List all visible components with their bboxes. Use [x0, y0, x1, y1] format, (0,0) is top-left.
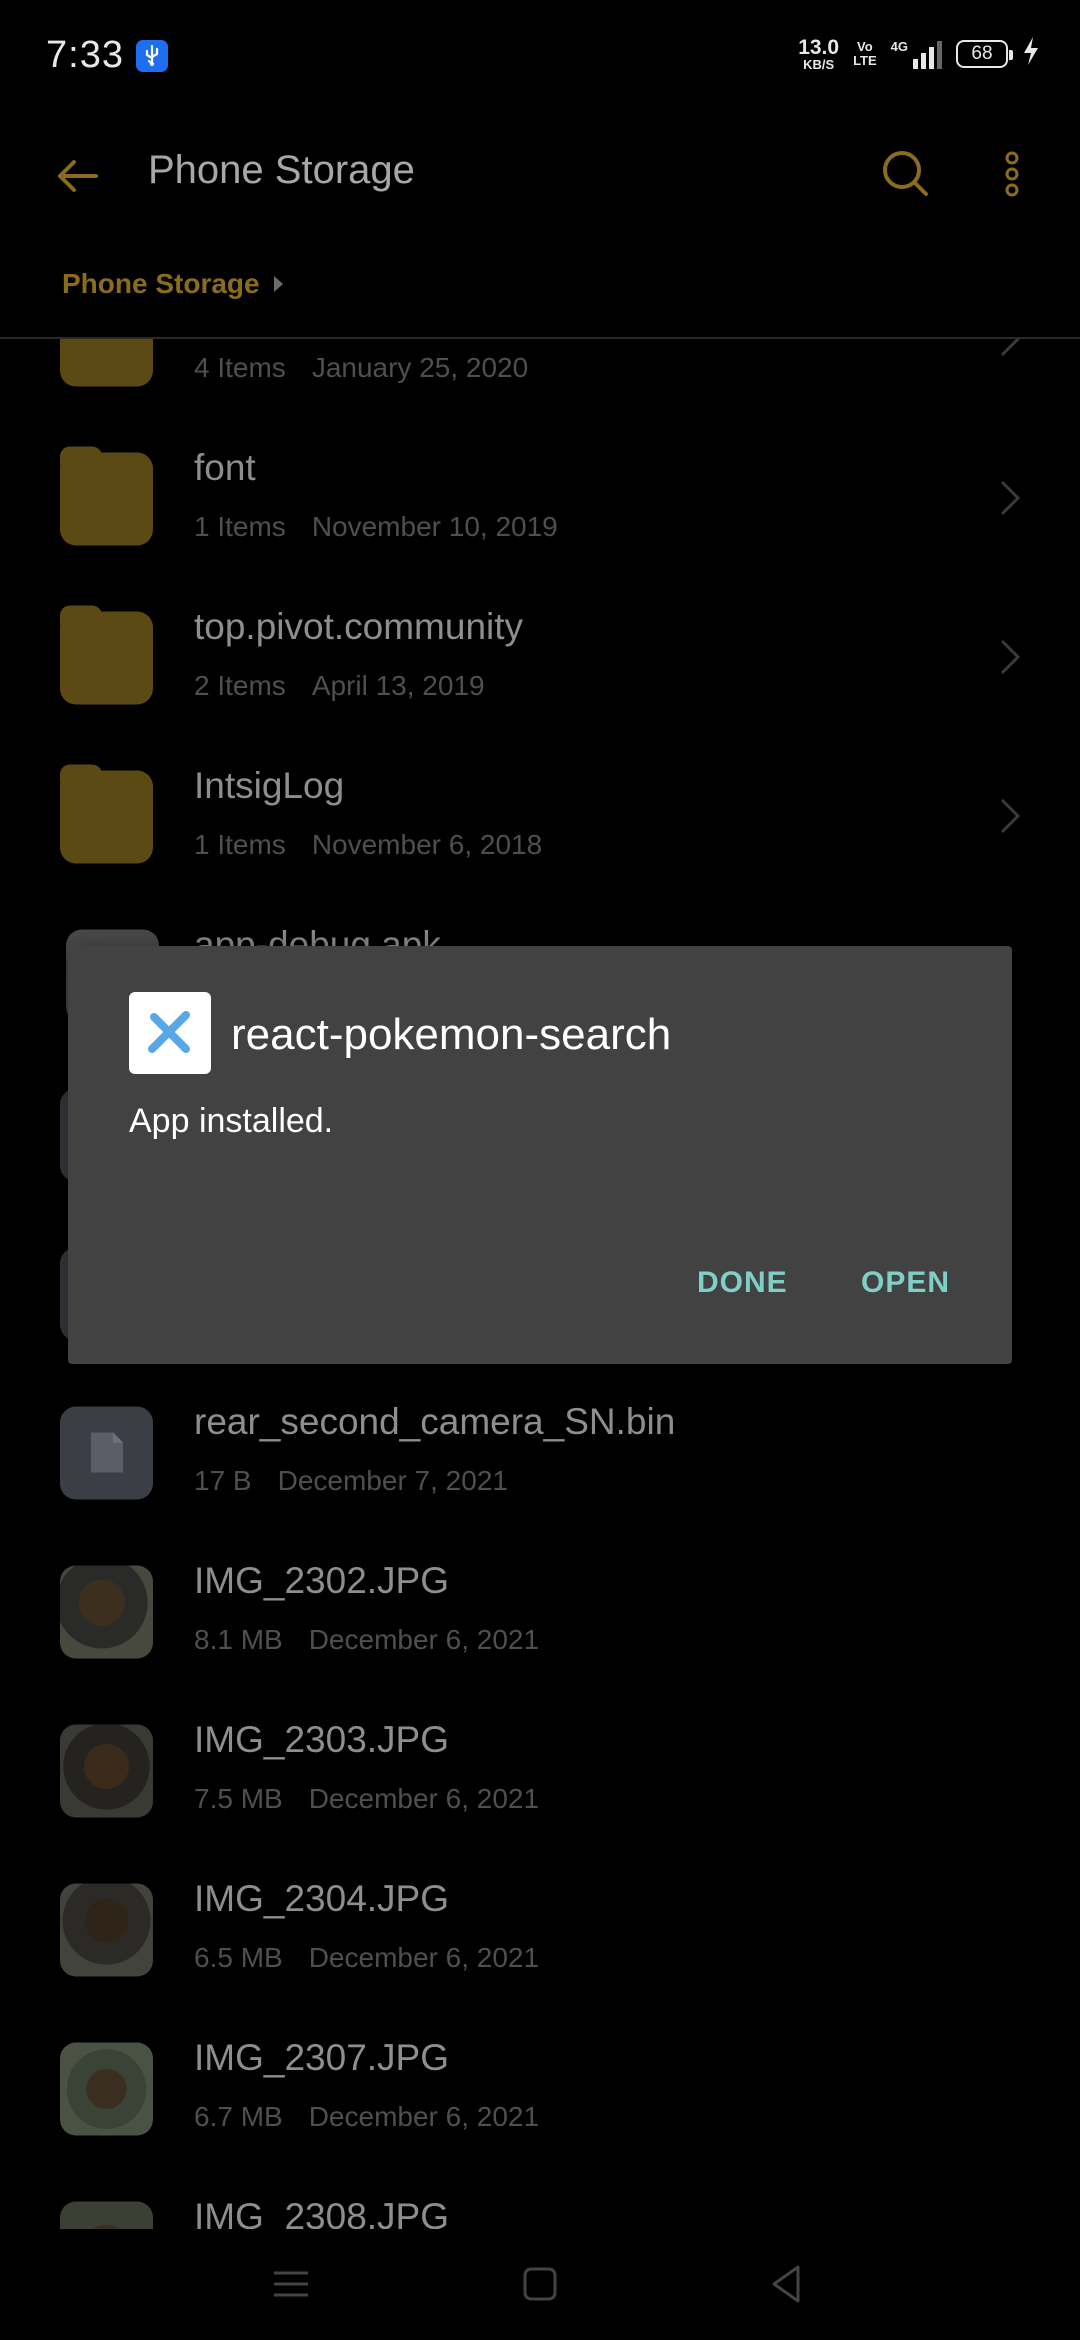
list-item[interactable]: 4 Items January 25, 2020 — [0, 339, 1080, 419]
back-button[interactable] — [50, 146, 110, 206]
list-item[interactable]: IMG_2307.JPG 6.7 MB December 6, 2021 — [0, 2009, 1080, 2168]
image-thumbnail — [60, 2042, 153, 2135]
usb-icon — [136, 40, 168, 72]
list-item[interactable]: IMG_2303.JPG 7.5 MB December 6, 2021 — [0, 1691, 1080, 1850]
breadcrumb[interactable]: Phone Storage — [62, 268, 283, 300]
home-button[interactable] — [515, 2259, 565, 2309]
page-title: Phone Storage — [148, 148, 415, 192]
file-icon — [60, 1406, 153, 1499]
status-time: 7:33 — [46, 34, 124, 76]
app-icon — [129, 992, 211, 1074]
navigation-bar — [0, 2229, 1080, 2340]
net-speed: 13.0 KB/S — [798, 35, 840, 72]
recents-button[interactable] — [266, 2259, 316, 2309]
square-icon — [523, 2267, 557, 2301]
list-item[interactable]: IntsigLog 1 Items November 6, 2018 — [0, 737, 1080, 896]
breadcrumb-item[interactable]: Phone Storage — [62, 268, 260, 300]
list-item[interactable]: rear_second_camera_SN.bin 17 B December 7… — [0, 1373, 1080, 1532]
image-thumbnail — [60, 1724, 153, 1817]
open-button[interactable]: OPEN — [857, 1256, 954, 1310]
signal-icon: 4G — [891, 39, 942, 69]
folder-icon — [60, 339, 153, 386]
arrow-left-icon — [58, 160, 98, 192]
charging-icon — [1022, 36, 1040, 71]
chevron-right-icon — [1000, 798, 1021, 834]
folder-icon — [60, 446, 153, 545]
volte-indicator: Vo LTE — [853, 38, 877, 68]
menu-icon — [274, 2271, 308, 2297]
status-bar: 7:33 13.0 KB/S Vo LTE 4G 68 — [0, 0, 1080, 110]
dialog-title: react-pokemon-search — [231, 1010, 672, 1059]
list-item[interactable]: IMG_2302.JPG 8.1 MB December 6, 2021 — [0, 1532, 1080, 1691]
search-icon — [883, 151, 928, 196]
search-button[interactable] — [876, 144, 936, 204]
chevron-right-icon — [1000, 480, 1021, 516]
folder-icon — [60, 764, 153, 863]
list-item[interactable]: font 1 Items November 10, 2019 — [0, 419, 1080, 578]
chevron-right-icon — [1000, 339, 1021, 357]
install-dialog: react-pokemon-search App installed. DONE… — [68, 946, 1012, 1364]
list-item[interactable]: IMG_2308.JPG — [0, 2168, 1080, 2229]
dialog-message: App installed. — [129, 1102, 334, 1140]
breadcrumb-arrow-icon — [273, 276, 283, 292]
triangle-back-icon — [772, 2265, 800, 2303]
done-button[interactable]: DONE — [693, 1256, 792, 1310]
battery-indicator: 68 — [956, 39, 1013, 68]
list-item[interactable]: IMG_2304.JPG 6.5 MB December 6, 2021 — [0, 1850, 1080, 2009]
list-item[interactable]: top.pivot.community 2 Items April 13, 201… — [0, 578, 1080, 737]
image-thumbnail — [60, 1883, 153, 1976]
folder-icon — [60, 605, 153, 704]
more-vert-icon — [1005, 151, 1019, 197]
app-bar: Phone Storage — [0, 120, 1080, 230]
more-options-button[interactable] — [990, 144, 1034, 204]
chevron-right-icon — [1000, 639, 1021, 675]
image-thumbnail — [60, 1565, 153, 1658]
back-nav-button[interactable] — [762, 2259, 812, 2309]
image-thumbnail — [60, 2201, 153, 2229]
